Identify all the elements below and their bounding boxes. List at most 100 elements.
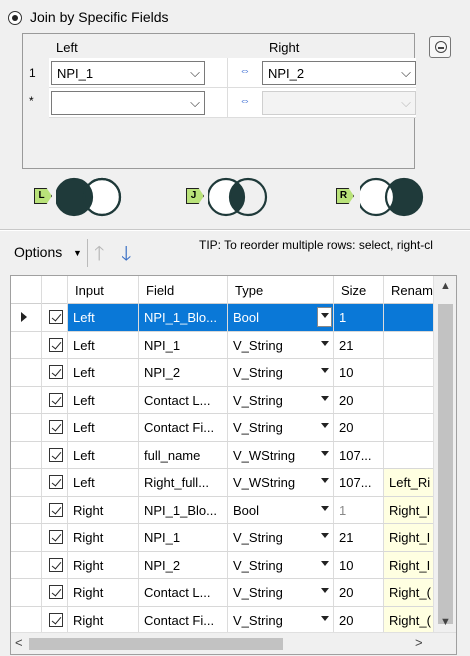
size-cell[interactable]: 107... bbox=[334, 469, 384, 496]
table-row[interactable]: Right NPI_1 V_String 21 Right_I bbox=[11, 524, 444, 552]
table-row[interactable]: Right Contact L... V_String 20 Right_( bbox=[11, 579, 444, 607]
type-dropdown-icon[interactable] bbox=[321, 423, 329, 428]
table-row[interactable]: Left NPI_1 V_String 21 bbox=[11, 331, 444, 359]
move-down-icon[interactable]: 🡓 bbox=[121, 239, 131, 273]
size-cell[interactable]: 21 bbox=[334, 331, 384, 358]
link-arrows-icon: ⇔ bbox=[228, 58, 262, 88]
header-checkbox-col[interactable] bbox=[42, 276, 68, 304]
scroll-right-icon[interactable]: > bbox=[415, 635, 423, 650]
type-cell[interactable]: Bool bbox=[228, 304, 334, 331]
include-field-checkbox[interactable] bbox=[49, 310, 63, 324]
include-field-checkbox[interactable] bbox=[49, 447, 63, 462]
field-cell[interactable]: Contact Fi... bbox=[139, 414, 228, 441]
type-dropdown-icon[interactable] bbox=[321, 533, 329, 538]
header-type[interactable]: Type bbox=[228, 276, 334, 304]
header-size[interactable]: Size bbox=[334, 276, 384, 304]
table-row[interactable]: Left full_name V_WString 107... bbox=[11, 441, 444, 469]
options-dropdown-icon[interactable]: ▼ bbox=[73, 248, 82, 258]
type-cell[interactable]: V_String bbox=[228, 414, 334, 441]
field-cell[interactable]: NPI_2 bbox=[139, 359, 228, 386]
size-cell[interactable]: 20 bbox=[334, 386, 384, 413]
include-field-checkbox[interactable] bbox=[49, 585, 63, 599]
type-dropdown-icon[interactable] bbox=[321, 588, 329, 593]
include-field-checkbox[interactable] bbox=[49, 337, 63, 352]
include-field-checkbox[interactable] bbox=[49, 365, 63, 379]
field-cell[interactable]: NPI_1 bbox=[139, 331, 228, 358]
size-cell[interactable]: 10 bbox=[334, 551, 384, 578]
type-dropdown-icon[interactable] bbox=[321, 615, 329, 621]
size-cell[interactable]: 1 bbox=[334, 304, 384, 331]
scroll-left-icon[interactable]: < bbox=[15, 635, 23, 650]
include-field-checkbox[interactable] bbox=[49, 557, 63, 572]
table-row[interactable]: Left Contact L... V_String 20 bbox=[11, 386, 444, 414]
table-row[interactable]: Right Contact Fi... V_String 20 Right_( bbox=[11, 606, 444, 634]
type-dropdown-icon[interactable] bbox=[321, 505, 329, 511]
include-field-checkbox[interactable] bbox=[49, 612, 63, 627]
type-dropdown-icon[interactable] bbox=[321, 395, 329, 401]
input-cell: Left bbox=[68, 304, 139, 331]
field-cell[interactable]: full_name bbox=[139, 441, 228, 468]
type-dropdown-icon[interactable] bbox=[321, 368, 329, 373]
type-cell[interactable]: V_String bbox=[228, 331, 334, 358]
type-cell[interactable]: V_String bbox=[228, 579, 334, 606]
type-dropdown-icon[interactable] bbox=[321, 478, 329, 483]
type-cell[interactable]: V_String bbox=[228, 386, 334, 413]
type-dropdown-icon[interactable] bbox=[321, 340, 329, 346]
type-dropdown-icon[interactable] bbox=[321, 560, 329, 566]
join-grid-new-row[interactable]: * ⌵ ⇔ ⌵ bbox=[23, 88, 416, 118]
horizontal-scrollbar[interactable]: < > bbox=[11, 632, 456, 654]
type-cell[interactable]: Bool bbox=[228, 496, 334, 523]
include-field-checkbox[interactable] bbox=[49, 475, 63, 489]
field-cell[interactable]: Contact L... bbox=[139, 386, 228, 413]
vertical-scroll-thumb[interactable] bbox=[438, 304, 453, 624]
size-cell[interactable]: 107... bbox=[334, 441, 384, 468]
type-cell[interactable]: V_String bbox=[228, 359, 334, 386]
field-cell[interactable]: Right_full... bbox=[139, 469, 228, 496]
scroll-down-icon[interactable]: ▼ bbox=[440, 616, 451, 628]
field-cell[interactable]: Contact L... bbox=[139, 579, 228, 606]
left-field-dropdown-new[interactable]: ⌵ bbox=[51, 91, 205, 115]
size-cell[interactable]: 20 bbox=[334, 606, 384, 633]
header-input[interactable]: Input bbox=[68, 276, 139, 304]
include-field-checkbox[interactable] bbox=[49, 392, 63, 407]
field-cell[interactable]: NPI_1_Blo... bbox=[139, 304, 228, 331]
size-cell[interactable]: 20 bbox=[334, 579, 384, 606]
size-cell[interactable]: 21 bbox=[334, 524, 384, 551]
table-row[interactable]: Left NPI_2 V_String 10 bbox=[11, 359, 444, 387]
type-cell[interactable]: V_WString bbox=[228, 469, 334, 496]
join-grid-row[interactable]: 1 NPI_1 ⌵ ⇔ NPI_2 ⌵ bbox=[23, 58, 416, 88]
include-field-checkbox[interactable] bbox=[49, 530, 63, 544]
table-row[interactable]: Left Contact Fi... V_String 20 bbox=[11, 414, 444, 442]
join-specific-fields-radio[interactable] bbox=[8, 11, 22, 25]
type-dropdown-icon[interactable] bbox=[321, 313, 329, 318]
include-field-checkbox[interactable] bbox=[49, 420, 63, 434]
table-row[interactable]: Right NPI_2 V_String 10 Right_I bbox=[11, 551, 444, 579]
table-row[interactable]: Right NPI_1_Blo... Bool 1 Right_I bbox=[11, 496, 444, 524]
scroll-up-icon[interactable]: ▲ bbox=[440, 280, 451, 292]
type-cell[interactable]: V_String bbox=[228, 551, 334, 578]
type-cell[interactable]: V_String bbox=[228, 606, 334, 633]
options-menu-button[interactable]: Options bbox=[14, 244, 62, 260]
size-cell[interactable]: 20 bbox=[334, 414, 384, 441]
include-field-checkbox[interactable] bbox=[49, 502, 63, 517]
type-cell[interactable]: V_String bbox=[228, 524, 334, 551]
header-field[interactable]: Field bbox=[139, 276, 228, 304]
vertical-scrollbar[interactable]: ▲ ▼ bbox=[433, 276, 456, 632]
field-cell[interactable]: NPI_1 bbox=[139, 524, 228, 551]
size-cell[interactable]: 1 bbox=[334, 496, 384, 523]
type-cell[interactable]: V_WString bbox=[228, 441, 334, 468]
table-row[interactable]: Left Right_full... V_WString 107... Left_Ri bbox=[11, 469, 444, 497]
type-dropdown-icon[interactable] bbox=[321, 450, 329, 456]
size-cell[interactable]: 10 bbox=[334, 359, 384, 386]
remove-join-row-button[interactable] bbox=[429, 36, 451, 58]
table-row[interactable]: Left NPI_1_Blo... Bool 1 bbox=[11, 304, 444, 332]
left-field-dropdown[interactable]: NPI_1 ⌵ bbox=[51, 61, 205, 85]
field-cell[interactable]: Contact Fi... bbox=[139, 606, 228, 633]
right-field-dropdown[interactable]: NPI_2 ⌵ bbox=[262, 61, 416, 85]
type-value: V_String bbox=[233, 612, 283, 628]
field-cell[interactable]: NPI_1_Blo... bbox=[139, 496, 228, 523]
field-cell[interactable]: NPI_2 bbox=[139, 551, 228, 578]
move-up-icon[interactable]: 🡑 bbox=[94, 239, 104, 273]
horizontal-scroll-thumb[interactable] bbox=[29, 638, 283, 650]
type-value: V_String bbox=[233, 365, 283, 380]
